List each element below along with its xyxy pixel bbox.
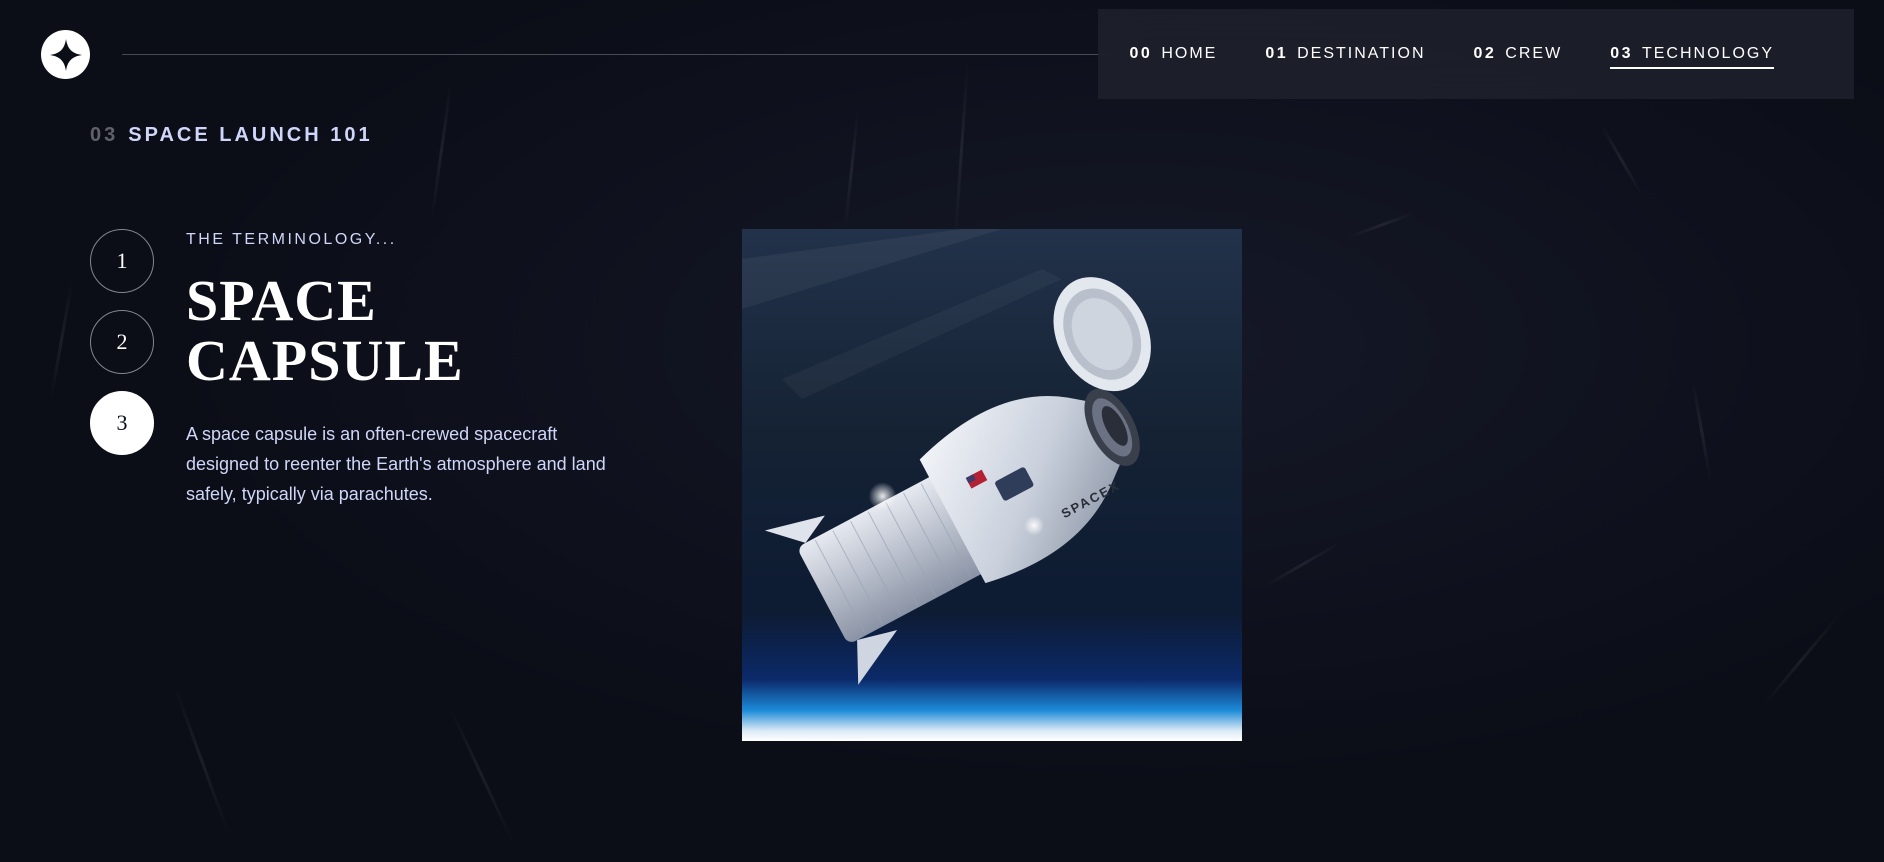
star-icon bbox=[49, 38, 82, 71]
technology-content: THE TERMINOLOGY... SPACE CAPSULE A space… bbox=[186, 231, 626, 509]
step-button-3[interactable]: 3 bbox=[90, 391, 154, 455]
nav-item-destination[interactable]: 01 DESTINATION bbox=[1265, 9, 1425, 99]
space-capsule-image: SPACEX bbox=[742, 229, 1242, 741]
logo[interactable] bbox=[41, 30, 90, 79]
page-title: 03 SPACE LAUNCH 101 bbox=[90, 124, 373, 147]
nav-item-crew[interactable]: 02 CREW bbox=[1474, 9, 1563, 99]
nav-item-label: HOME bbox=[1161, 45, 1218, 62]
nav-item-label: TECHNOLOGY bbox=[1641, 45, 1774, 62]
nav-item-label: DESTINATION bbox=[1297, 45, 1426, 62]
nav-item-number: 00 bbox=[1129, 45, 1153, 62]
main-nav: 00 HOME 01 DESTINATION 02 CREW 03 TECHNO… bbox=[1098, 9, 1854, 99]
space-capsule-illustration: SPACEX bbox=[742, 229, 1151, 685]
page-title-number: 03 bbox=[90, 124, 119, 146]
step-pagination: 1 2 3 bbox=[90, 229, 154, 455]
nav-item-number: 01 bbox=[1265, 45, 1289, 62]
step-button-2[interactable]: 2 bbox=[90, 310, 154, 374]
technology-title: SPACE CAPSULE bbox=[186, 271, 626, 391]
page-title-label: SPACE LAUNCH 101 bbox=[128, 124, 373, 146]
title-line-1: SPACE bbox=[186, 268, 377, 333]
step-button-1[interactable]: 1 bbox=[90, 229, 154, 293]
nav-item-number: 02 bbox=[1473, 45, 1497, 62]
nav-item-number: 03 bbox=[1610, 45, 1633, 62]
nav-item-home[interactable]: 00 HOME bbox=[1130, 9, 1218, 99]
header-divider bbox=[122, 54, 1122, 55]
title-line-2: CAPSULE bbox=[186, 328, 464, 393]
terminology-eyebrow: THE TERMINOLOGY... bbox=[186, 231, 397, 248]
technology-page: 00 HOME 01 DESTINATION 02 CREW 03 TECHNO… bbox=[0, 0, 1884, 862]
nav-item-technology[interactable]: 03 TECHNOLOGY bbox=[1610, 9, 1774, 99]
nav-item-label: CREW bbox=[1505, 45, 1563, 62]
technology-description: A space capsule is an often-crewed space… bbox=[186, 424, 606, 504]
